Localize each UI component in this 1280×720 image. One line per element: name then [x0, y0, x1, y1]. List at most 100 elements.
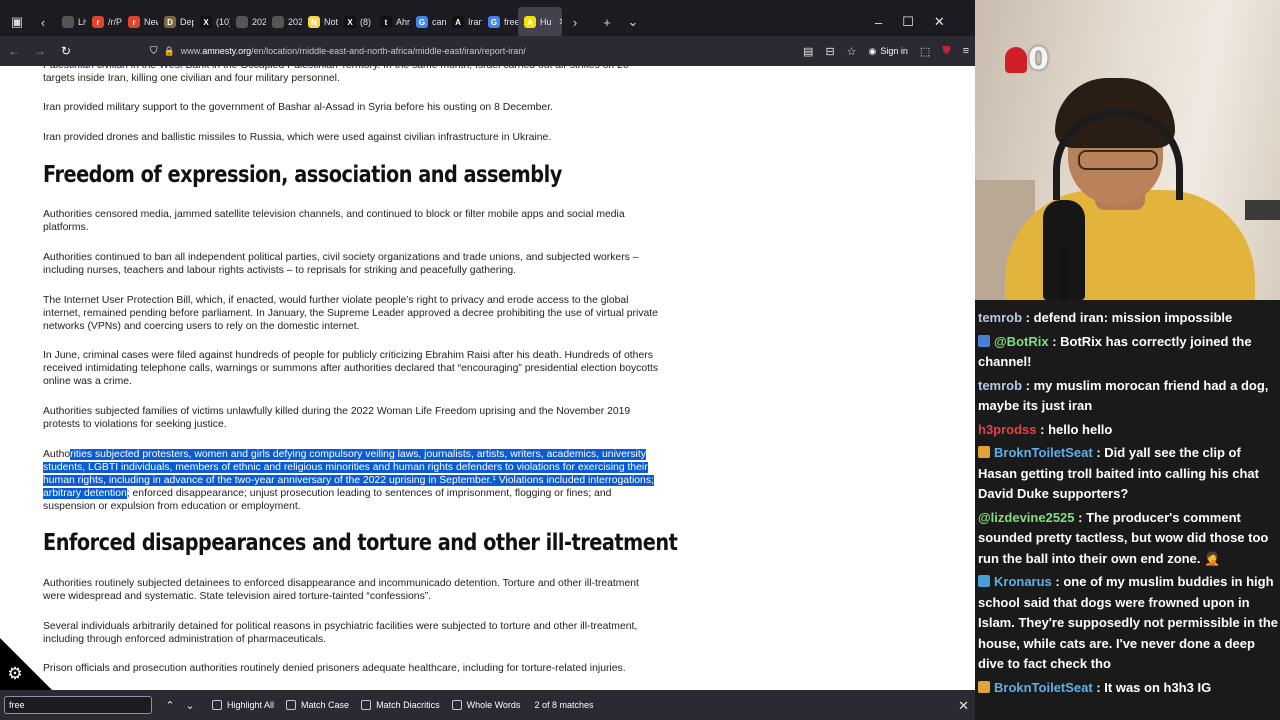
tab-label: (8) Re: [360, 17, 374, 27]
microphone-stand: [1061, 250, 1067, 300]
highlight-all-checkbox[interactable]: Highlight All: [212, 700, 274, 710]
pocket-icon[interactable]: ⊟: [825, 45, 834, 58]
tab[interactable]: r/r/Pub: [86, 7, 122, 37]
section-heading: Enforced disappearances and torture and …: [43, 530, 678, 556]
tab[interactable]: Gcan yc: [410, 7, 446, 37]
chat-separator: :: [1051, 574, 1064, 589]
tab-favicon-icon: D: [164, 16, 176, 28]
web-page: Palestinian civilian in the West Bank in…: [0, 66, 975, 690]
checkbox-box: [212, 700, 222, 710]
paragraph: The Internet User Protection Bill, which…: [43, 295, 658, 332]
close-window-icon[interactable]: ✕: [934, 14, 945, 30]
chat-username[interactable]: temrob: [978, 310, 1022, 325]
chat-message: @BotRix : BotRix has correctly joined th…: [978, 332, 1278, 373]
checkbox-label: Match Diacritics: [376, 700, 440, 710]
chat-message: h3prodss : hello hello: [978, 420, 1278, 441]
tab[interactable]: N Notep: [302, 7, 338, 37]
new-tab-icon[interactable]: +: [594, 9, 620, 35]
chat-message: BroknToiletSeat : Did yall see the clip …: [978, 443, 1278, 505]
find-next-icon[interactable]: ⌄: [180, 699, 200, 712]
chat-separator: :: [1048, 333, 1061, 349]
chat-username[interactable]: BroknToiletSeat: [994, 445, 1093, 460]
find-bar: free ⌃ ⌄ Highlight All Match Case Match …: [0, 690, 975, 720]
chat-message: @lizdevine2525 : The producer's comment …: [978, 508, 1278, 570]
address-bar[interactable]: ⛉ 🔒 www.amnesty.org/en/location/middle-e…: [150, 40, 720, 62]
chat-badge-icon: [978, 334, 990, 347]
tab-list: Liver/r/PubrNewsDDepaX(10) U 2022.03.1202…: [56, 7, 562, 37]
checkbox-label: Highlight All: [227, 700, 275, 710]
text: ; enforced disappearance; unjust prosecu…: [43, 488, 612, 512]
chat-username[interactable]: BroknToiletSeat: [994, 680, 1093, 695]
reload-icon[interactable]: ↻: [54, 39, 78, 63]
tab[interactable]: X (10) U: [194, 7, 230, 37]
tab[interactable]: AHu✕: [518, 7, 562, 37]
chat-username[interactable]: Kronarus: [994, 574, 1052, 589]
checkbox-label: Match Case: [301, 700, 350, 710]
tab-label: freedc: [504, 17, 518, 27]
scroll-tabs-left-icon[interactable]: ‹: [30, 9, 56, 35]
tab-label: 2022.03.1: [252, 17, 266, 27]
sign-in-button[interactable]: ◉ Sign in: [869, 46, 908, 57]
chat-separator: :: [1092, 679, 1105, 695]
tab-overview-icon[interactable]: ▣: [4, 9, 30, 35]
match-diacritics-checkbox[interactable]: Match Diacritics: [361, 700, 440, 710]
tab-favicon-icon: N: [308, 16, 320, 28]
rack: [1245, 200, 1280, 220]
tab[interactable]: D Depa: [158, 7, 194, 37]
tab[interactable]: r News: [122, 7, 158, 37]
lock-icon[interactable]: 🔒: [164, 46, 175, 57]
tab-favicon-icon: A: [452, 16, 464, 28]
paragraph: Palestinian civilian in the West Bank in…: [43, 66, 629, 84]
paragraph-with-selection: Authorities subjected protesters, women …: [43, 448, 663, 513]
checkbox-box: [286, 700, 297, 710]
back-icon[interactable]: ←: [2, 39, 26, 63]
tab[interactable]: Live: [56, 7, 86, 37]
close-find-bar-icon[interactable]: ✕: [958, 698, 969, 714]
section-heading: Freedom of expression, association and a…: [43, 162, 562, 188]
chat-badge-icon: [978, 446, 990, 458]
chat-separator: :: [1022, 377, 1034, 393]
chat-username[interactable]: @BotRix: [994, 334, 1049, 349]
chat-username[interactable]: temrob: [978, 378, 1022, 393]
match-count: 2 of 8 matches: [534, 700, 594, 710]
shield-icon[interactable]: ⛉: [150, 46, 158, 57]
chat-separator: :: [1036, 421, 1049, 437]
menu-icon[interactable]: ≡: [963, 45, 969, 57]
chat-panel: temrob : defend iran: mission impossible…: [975, 300, 1280, 720]
reader-view-icon[interactable]: ▤: [803, 45, 813, 58]
paragraph: Iran provided military support to the go…: [43, 102, 553, 113]
chat-username[interactable]: h3prodss: [978, 422, 1037, 437]
chat-separator: :: [1074, 509, 1087, 525]
forward-icon[interactable]: →: [28, 39, 52, 63]
chat-message: Kronarus : one of my muslim buddies in h…: [978, 572, 1278, 675]
paragraph: In June, criminal cases were filed again…: [43, 350, 659, 387]
find-previous-icon[interactable]: ⌃: [160, 699, 180, 712]
tab[interactable]: X (8) Re: [338, 7, 374, 37]
bookmark-star-icon[interactable]: ☆: [847, 45, 857, 58]
list-all-tabs-icon[interactable]: ⌄: [620, 9, 646, 35]
gear-icon[interactable]: ⚙: [6, 665, 24, 683]
tab[interactable]: A Iran e: [446, 7, 482, 37]
tab[interactable]: 2022.03.1: [266, 7, 302, 37]
match-case-checkbox[interactable]: Match Case: [286, 700, 349, 710]
tab-favicon-icon: G: [488, 16, 500, 28]
chat-message: BroknToiletSeat : It was on h3h3 IG: [978, 678, 1278, 699]
tab[interactable]: Gfreedc: [482, 7, 518, 37]
find-input[interactable]: free: [4, 696, 152, 714]
url-text[interactable]: www.amnesty.org/en/location/middle-east-…: [181, 46, 526, 56]
chat-username[interactable]: @lizdevine2525: [978, 510, 1075, 525]
checkbox-box: [361, 700, 372, 710]
minimize-icon[interactable]: –: [875, 15, 882, 30]
ublock-icon[interactable]: ⛊: [942, 45, 950, 58]
tab-label: News: [144, 17, 158, 27]
extensions-icon[interactable]: ⬚: [920, 45, 930, 58]
tab[interactable]: t Ahrele: [374, 7, 410, 37]
maximize-icon[interactable]: ☐: [902, 14, 914, 30]
tab-label: (10) U: [216, 17, 230, 27]
tab-favicon-icon: [272, 16, 284, 28]
scroll-tabs-right-icon[interactable]: ›: [562, 9, 588, 35]
text: Autho: [43, 449, 71, 460]
tab[interactable]: 2022.03.1: [230, 7, 266, 37]
whole-words-checkbox[interactable]: Whole Words: [451, 700, 520, 710]
viewer-count: 0: [1028, 42, 1049, 77]
